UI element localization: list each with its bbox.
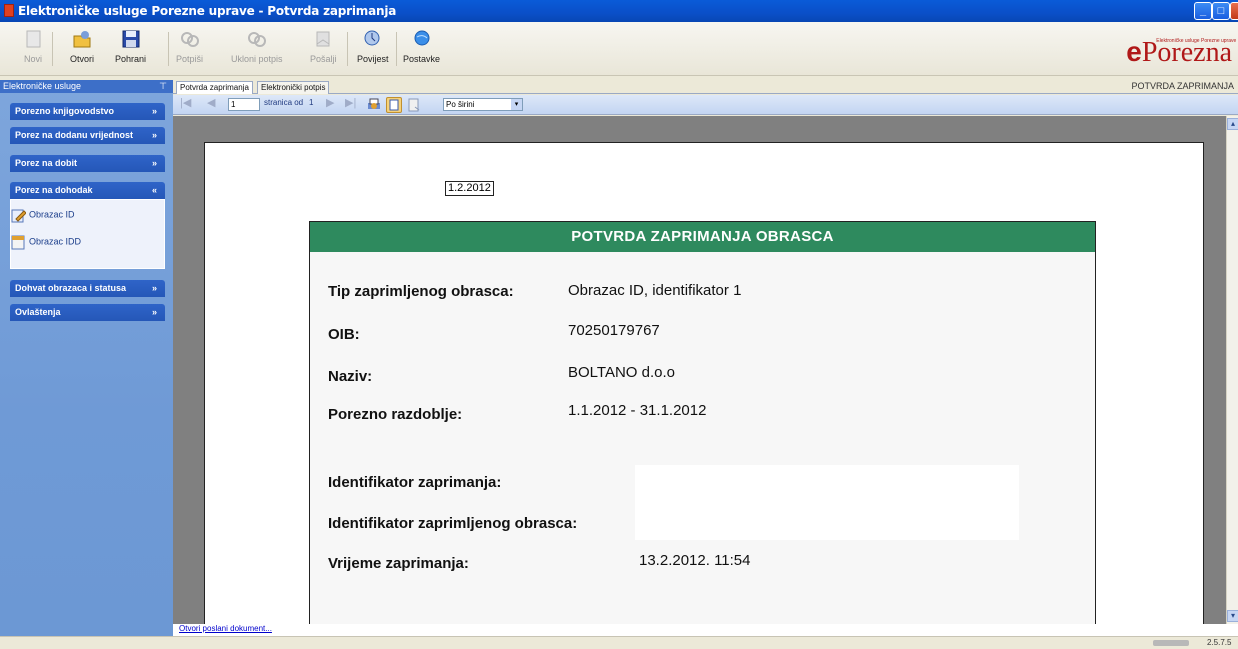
remove-signature-icon [246, 28, 268, 50]
history-button[interactable]: Povijest [357, 28, 389, 64]
scroll-up-icon[interactable]: ▴ [1227, 118, 1238, 130]
zoom-select[interactable]: Po širini ▾ [443, 98, 523, 111]
open-folder-icon [71, 28, 93, 50]
vertical-scrollbar[interactable]: ▴ ▾ [1226, 116, 1238, 624]
save-disk-icon [120, 28, 142, 50]
settings-button[interactable]: Postavke [403, 28, 440, 64]
sidebar-item-obrazac-id[interactable]: Obrazac ID [10, 207, 75, 223]
form-icon [10, 234, 26, 250]
tab-strip: Potvrda zaprimanja Elektronički potpis P… [173, 80, 1238, 94]
tip-value: Obrazac ID, identifikator 1 [568, 282, 742, 299]
eporezna-logo: ePorezna Elektroničke usluge Porezne upr… [1126, 36, 1237, 68]
form-edit-icon [10, 207, 27, 223]
save-button[interactable]: Pohrani [115, 28, 146, 64]
document-date: 1.2.2012 [445, 181, 494, 196]
close-button[interactable] [1230, 2, 1238, 20]
sidebar-item-obrazac-idd[interactable]: Obrazac IDD [10, 234, 81, 250]
send-button[interactable]: Pošalji [310, 28, 337, 64]
send-icon [312, 28, 334, 50]
scroll-down-icon[interactable]: ▾ [1227, 610, 1238, 622]
tab-right-title: POTVRDA ZAPRIMANJA [1131, 81, 1234, 91]
prev-page-icon[interactable]: ◀ [207, 96, 215, 109]
tip-label: Tip zaprimljenog obrasca: [328, 283, 514, 300]
sidebar-group-dohvat-obrazaca[interactable]: Dohvat obrazaca i statusa» [10, 280, 165, 297]
maximize-button[interactable]: □ [1212, 2, 1230, 20]
status-bar: 2.5.7.5 [0, 636, 1238, 649]
settings-globe-icon [411, 28, 433, 50]
chevron-down-icon: » [151, 158, 157, 168]
naziv-value: BOLTANO d.o.o [568, 364, 675, 381]
bottom-link-bar: Otvori poslani dokument... [173, 624, 1238, 636]
sidebar-group-ovlastenja[interactable]: Ovlaštenja» [10, 304, 165, 321]
app-icon [4, 4, 14, 17]
viewer-toolbar: |◀ ◀ 1 stranica od 1 ▶ ▶| Po širini ▾ [173, 95, 1238, 115]
window-title-bar: Elektroničke usluge Porezne uprave - Pot… [0, 0, 1238, 22]
form-header: POTVRDA ZAPRIMANJA OBRASCA [310, 222, 1095, 252]
tab-potvrda-zaprimanja[interactable]: Potvrda zaprimanja [176, 81, 253, 94]
main-toolbar: Novi Otvori Pohrani Potpiši Ukloni potpi… [0, 22, 1238, 76]
sign-icon [179, 28, 201, 50]
status-progress [1153, 640, 1189, 646]
razdoblje-value: 1.1.2012 - 31.1.2012 [568, 402, 707, 419]
print-icon[interactable] [366, 97, 382, 113]
page-of-label: stranica od [264, 98, 304, 107]
identifikator-zaprimanja-label: Identifikator zaprimanja: [328, 474, 502, 491]
next-page-icon[interactable]: ▶ [326, 96, 334, 109]
oib-label: OIB: [328, 326, 360, 343]
pin-icon[interactable]: ⊤ [159, 80, 167, 93]
window-title: Elektroničke usluge Porezne uprave - Pot… [18, 4, 397, 18]
naziv-label: Naziv: [328, 368, 373, 385]
oib-value: 70250179767 [568, 322, 660, 339]
history-icon [362, 28, 384, 50]
export-icon[interactable] [406, 97, 422, 113]
chevron-down-icon: ▾ [511, 99, 522, 110]
document-page: 1.2.2012 POTVRDA ZAPRIMANJA OBRASCA Tip … [204, 142, 1204, 624]
chevron-up-icon: « [151, 185, 157, 195]
sidebar-group-porez-na-dohodak[interactable]: Porez na dohodak « [10, 182, 165, 199]
razdoblje-label: Porezno razdoblje: [328, 406, 463, 423]
open-button[interactable]: Otvori [70, 28, 94, 64]
document-viewer[interactable]: 1.2.2012 POTVRDA ZAPRIMANJA OBRASCA Tip … [173, 116, 1226, 624]
page-number-input[interactable]: 1 [228, 98, 260, 111]
vrijeme-label: Vrijeme zaprimanja: [328, 555, 469, 572]
sidebar-group-porezno-knjigovodstvo[interactable]: Porezno knjigovodstvo» [10, 103, 165, 120]
chevron-down-icon: » [151, 130, 157, 140]
sidebar-header: Elektroničke usluge ⊤ [0, 80, 173, 93]
version-label: 2.5.7.5 [1207, 638, 1232, 647]
sidebar-group-pdv[interactable]: Porez na dodanu vrijednost» [10, 127, 165, 144]
last-page-icon[interactable]: ▶| [345, 96, 356, 109]
new-document-icon [22, 28, 44, 50]
remove-signature-button[interactable]: Ukloni potpis [231, 28, 283, 64]
chevron-down-icon: » [151, 283, 157, 293]
identifikator-obrasca-label: Identifikator zaprimljenog obrasca: [328, 515, 578, 532]
chevron-down-icon: » [151, 307, 157, 317]
tab-elektronicki-potpis[interactable]: Elektronički potpis [257, 81, 330, 94]
confirmation-form: POTVRDA ZAPRIMANJA OBRASCA Tip zaprimlje… [309, 221, 1096, 624]
minimize-button[interactable]: _ [1194, 2, 1212, 20]
page-total: 1 [309, 98, 314, 107]
sidebar-group-porez-na-dobit[interactable]: Porez na dobit» [10, 155, 165, 172]
vrijeme-value: 13.2.2012. 11:54 [639, 552, 751, 569]
identifikator-blank-field [635, 465, 1019, 540]
new-button[interactable]: Novi [22, 28, 44, 64]
first-page-icon[interactable]: |◀ [180, 96, 191, 109]
chevron-down-icon: » [151, 106, 157, 116]
page-view-icon[interactable] [386, 97, 402, 113]
logo-tagline: Elektroničke usluge Porezne uprave [1156, 38, 1237, 44]
open-sent-document-link[interactable]: Otvori poslani dokument... [179, 624, 272, 633]
sign-button[interactable]: Potpiši [176, 28, 203, 64]
